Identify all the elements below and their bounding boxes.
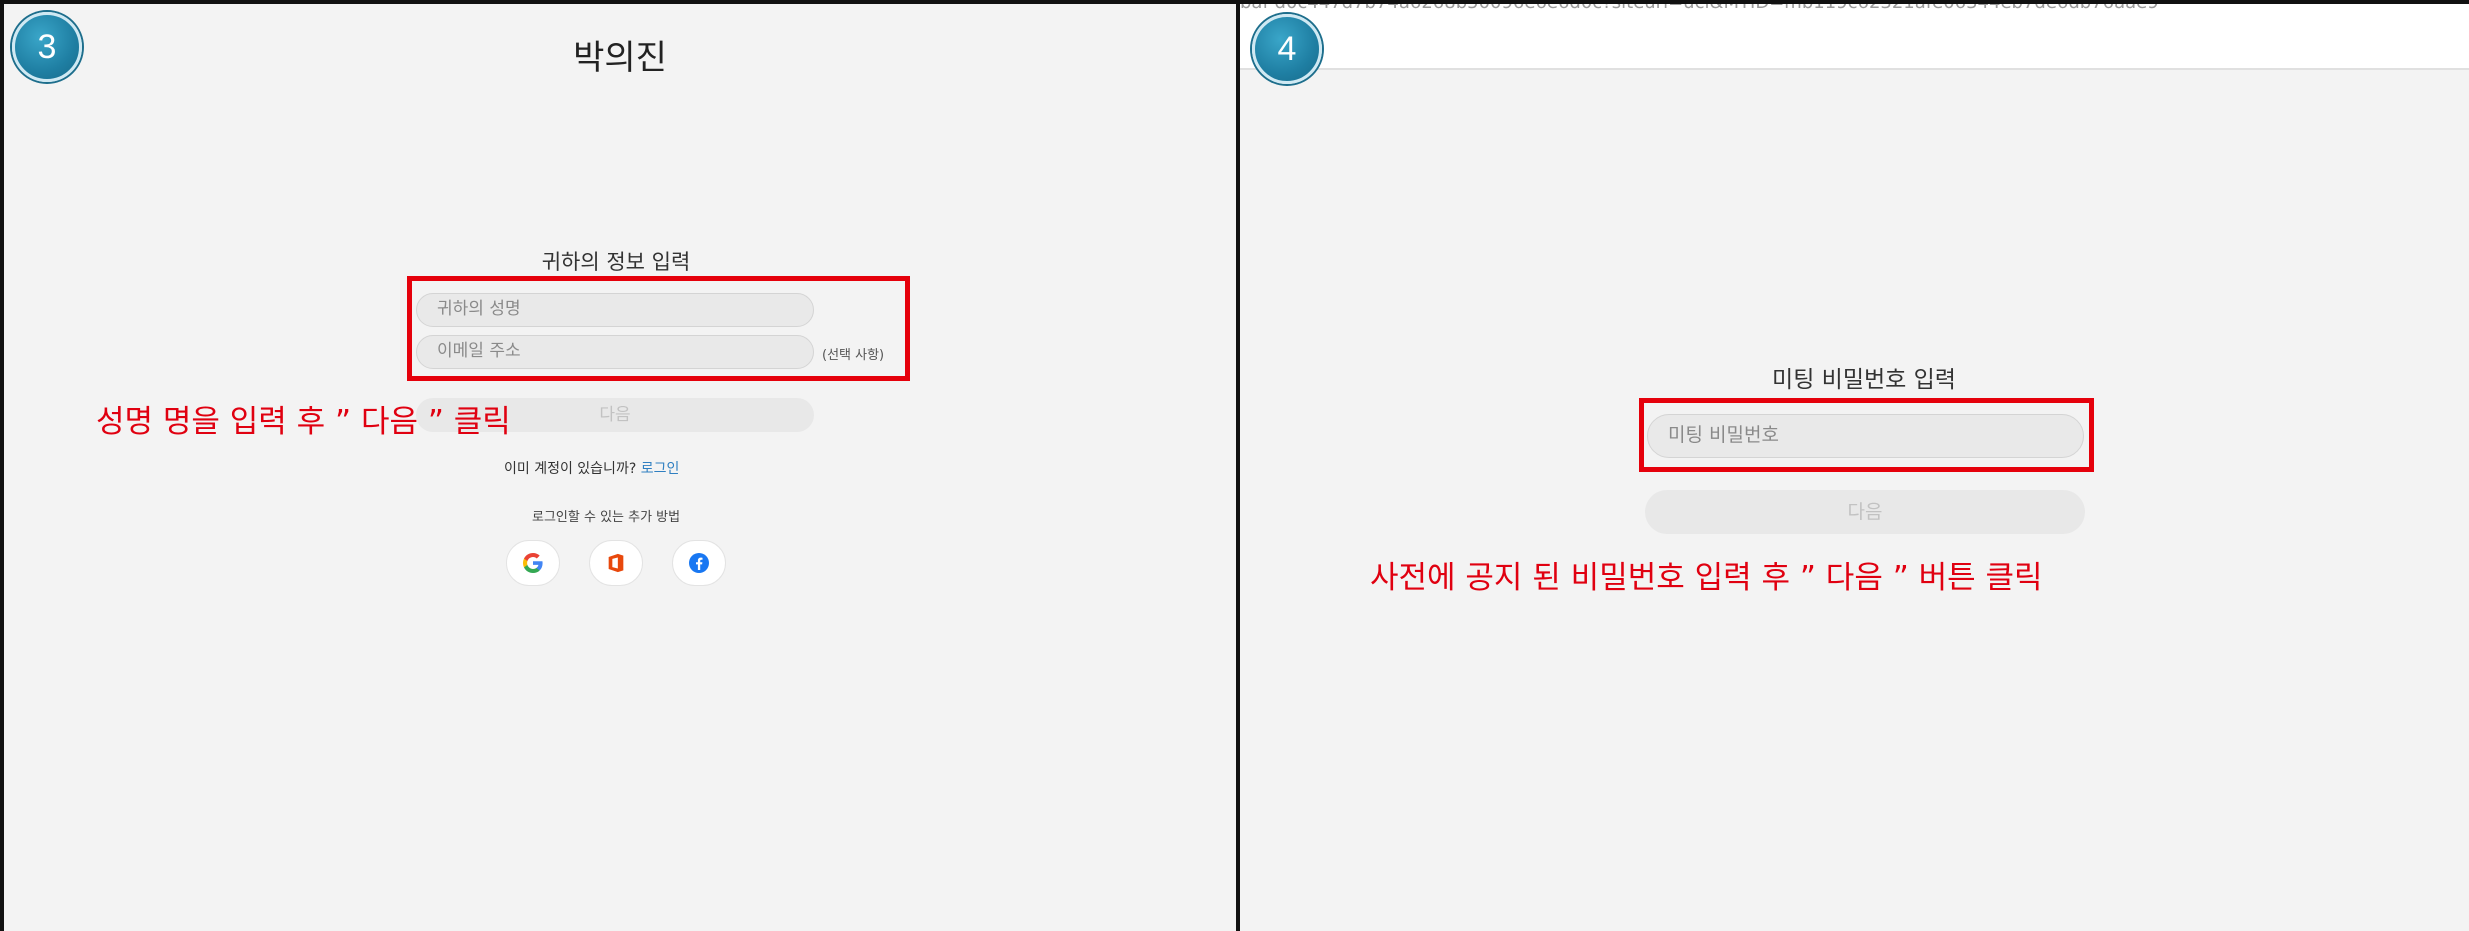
facebook-login-button[interactable] <box>672 540 726 586</box>
url-text: baf d0c447d7b74a6268b50096e6e6d0c?siteur… <box>1240 4 2159 13</box>
browser-url-bar[interactable]: baf d0c447d7b74a6268b50096e6e6d0c?siteur… <box>1240 4 2469 70</box>
next-button[interactable]: 다음 <box>1645 490 2085 534</box>
password-form-title: 미팅 비밀번호 입력 <box>1772 367 1956 393</box>
office-icon <box>608 553 624 573</box>
office-login-button[interactable] <box>589 540 643 586</box>
instruction-annotation: 사전에 공지 된 비밀번호 입력 후 ” 다음 ” 버튼 클릭 <box>1370 560 2043 596</box>
google-icon <box>523 553 543 573</box>
step-4-panel: baf d0c447d7b74a6268b50096e6e6d0c?siteur… <box>1236 0 2469 931</box>
highlight-box <box>407 276 910 381</box>
have-account-text: 이미 계정이 있습니까? <box>504 461 637 477</box>
google-login-button[interactable] <box>506 540 560 586</box>
step-3-panel: 3 박의진 귀하의 정보 입력 귀하의 성명 이메일 주소 (선택 사항) 다음… <box>0 0 1240 931</box>
instruction-annotation: 성명 명을 입력 후 ” 다음 ” 클릭 <box>96 404 511 440</box>
login-link[interactable]: 로그인 <box>641 461 680 477</box>
host-name: 박의진 <box>573 38 667 78</box>
have-account-row: 이미 계정이 있습니까? 로그인 <box>504 458 679 478</box>
step-4-badge: 4 <box>1252 14 1322 84</box>
facebook-icon <box>689 553 709 573</box>
info-form-title: 귀하의 정보 입력 <box>541 250 691 274</box>
meeting-password-input[interactable]: 미팅 비밀번호 <box>1647 414 2084 458</box>
other-login-text: 로그인할 수 있는 추가 방법 <box>532 510 681 525</box>
